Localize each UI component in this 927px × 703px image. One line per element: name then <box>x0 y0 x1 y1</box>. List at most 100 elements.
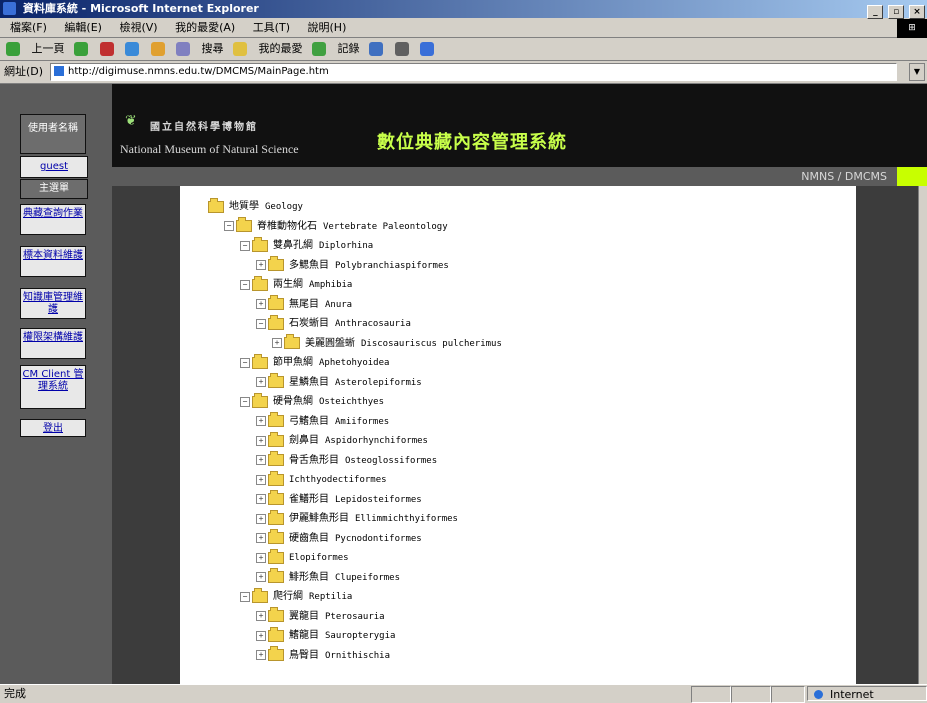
folder-icon <box>268 451 284 466</box>
menu-tools[interactable]: 工具(T) <box>253 21 290 34</box>
sidebar-item-logout[interactable]: 登出 <box>20 419 86 437</box>
tree-node-name-cn: 劍鼻目 <box>289 435 319 446</box>
tree-node[interactable]: + 雀鱔形目 Lepidosteiformes <box>256 490 422 509</box>
tree-node[interactable]: + 硬齒魚目 Pycnodontiformes <box>256 529 422 548</box>
search-button-label[interactable]: 搜尋 <box>202 38 224 60</box>
collapse-icon[interactable]: − <box>240 591 250 602</box>
tree-node-name-cn: 硬骨魚綱 <box>273 396 313 407</box>
tree-node[interactable]: + 翼龍目 Pterosauria <box>256 607 385 626</box>
history-button-label[interactable]: 記錄 <box>338 38 360 60</box>
tree-node[interactable]: 地質學 Geology <box>208 197 303 216</box>
sidebar-item-collection-query[interactable]: 典藏查詢作業 <box>20 204 86 235</box>
sidebar-item-knowledge-base[interactable]: 知識庫管理維護 <box>20 288 86 319</box>
sidebar: 使用者名稱 guest 主選單 典藏查詢作業 標本資料維護 知識庫管理維護 權限… <box>0 84 112 684</box>
tree-node-name-en: Reptilia <box>309 592 353 602</box>
window-title: 資料庫系統 - Microsoft Internet Explorer <box>22 2 259 15</box>
tree-node[interactable]: + 鯡形魚目 Clupeiformes <box>256 568 400 587</box>
forward-arrow-icon[interactable] <box>74 42 88 56</box>
main-menu-label: 主選單 <box>20 179 88 199</box>
collapse-icon[interactable]: − <box>240 396 250 407</box>
nav-accent-block <box>897 167 927 186</box>
tree-node[interactable]: − 爬行綱 Reptilia <box>240 587 353 606</box>
collapse-icon[interactable]: − <box>256 318 266 329</box>
tree-node[interactable]: + 鳥臀目 Ornithischia <box>256 646 390 665</box>
back-arrow-icon[interactable] <box>6 42 20 56</box>
history-icon[interactable] <box>312 42 326 56</box>
tree-node[interactable]: + 美麗圓盤蜥 Discosauriscus pulcherimus <box>272 334 502 353</box>
expand-icon[interactable]: + <box>256 650 266 660</box>
tree-node[interactable]: − 石炭蜥目 Anthracosauria <box>256 314 411 333</box>
tree-node[interactable]: + 骨舌魚形目 Osteoglossiformes <box>256 451 438 470</box>
expand-icon[interactable]: + <box>256 474 266 485</box>
mail-icon[interactable] <box>369 42 383 56</box>
menu-favorites[interactable]: 我的最愛(A) <box>175 21 235 34</box>
tree-node[interactable]: − 硬骨魚綱 Osteichthyes <box>240 392 384 411</box>
expand-icon[interactable]: + <box>256 533 266 543</box>
tree-node[interactable]: + 伊麗鯡魚形目 Ellimmichthyiformes <box>256 509 458 528</box>
address-input[interactable]: http://digimuse.nmns.edu.tw/DMCMS/MainPa… <box>50 63 897 81</box>
collapse-icon[interactable]: − <box>240 240 250 251</box>
museum-logo-icon: ❦ <box>125 113 137 129</box>
expand-icon[interactable]: + <box>256 455 266 465</box>
collapse-icon[interactable]: − <box>224 221 234 231</box>
expand-icon[interactable]: + <box>256 630 266 641</box>
expand-icon[interactable]: + <box>256 611 266 621</box>
tree-node[interactable]: − 兩生綱 Amphibia <box>240 275 352 294</box>
sidebar-item-specimen-data[interactable]: 標本資料維護 <box>20 246 86 277</box>
tree-node[interactable]: + 無尾目 Anura <box>256 295 352 314</box>
address-dropdown-icon[interactable]: ▼ <box>909 63 925 81</box>
print-icon[interactable] <box>394 42 409 56</box>
folder-icon <box>208 197 224 213</box>
menu-file[interactable]: 檔案(F) <box>10 21 47 34</box>
maximize-button[interactable]: ▫ <box>888 5 905 19</box>
stop-icon[interactable] <box>99 42 114 56</box>
sidebar-item-cm-client[interactable]: CM Client 管理系統 <box>20 365 86 409</box>
search-icon[interactable] <box>176 42 190 56</box>
expand-icon[interactable]: + <box>256 572 266 582</box>
favorites-icon[interactable] <box>233 42 247 56</box>
folder-icon <box>252 587 268 603</box>
tree-node-name-en: Pterosauria <box>325 611 385 622</box>
tree-node[interactable]: + Ichthyodectiformes <box>256 470 387 489</box>
menu-help[interactable]: 說明(H) <box>308 21 347 34</box>
tree-node-name-cn: 節甲魚綱 <box>273 357 313 368</box>
tree-node[interactable]: + 鰭龍目 Sauropterygia <box>256 626 396 645</box>
menu-view[interactable]: 檢視(V) <box>119 21 157 34</box>
tree-node[interactable]: − 雙鼻孔綱 Diplorhina <box>240 236 373 255</box>
tree-node[interactable]: + 劍鼻目 Aspidorhynchiformes <box>256 431 428 450</box>
tree-node[interactable]: + 多鰓魚目 Polybranchiaspiformes <box>256 256 449 275</box>
expand-icon[interactable]: + <box>256 435 266 446</box>
back-button-label[interactable]: 上一頁 <box>32 38 65 60</box>
home-icon[interactable] <box>150 42 165 56</box>
expand-icon[interactable]: + <box>256 416 266 426</box>
favorites-button-label[interactable]: 我的最愛 <box>259 38 303 60</box>
expand-icon[interactable]: + <box>272 338 282 348</box>
expand-icon[interactable]: + <box>256 377 266 387</box>
folder-icon <box>284 334 300 349</box>
folder-icon <box>236 217 252 232</box>
expand-icon[interactable]: + <box>256 299 266 309</box>
tree-node-name-cn: 骨舌魚形目 <box>289 454 339 466</box>
tree-node[interactable]: + 星鱗魚目 Asterolepiformis <box>256 373 422 392</box>
tree-node[interactable]: − 脊椎動物化石 Vertebrate Paleontology <box>224 217 448 236</box>
refresh-icon[interactable] <box>125 42 139 56</box>
tree-node[interactable]: + 弓鰭魚目 Amiiformes <box>256 412 389 431</box>
sidebar-item-permissions[interactable]: 權限架構維護 <box>20 328 86 359</box>
expand-icon[interactable]: + <box>256 494 266 504</box>
expand-icon[interactable]: + <box>256 552 266 563</box>
collapse-icon[interactable]: − <box>240 279 250 290</box>
collapse-icon[interactable]: − <box>240 357 250 368</box>
tree-node-name-en: Osteoglossiformes <box>345 455 438 466</box>
edit-icon[interactable] <box>420 42 434 56</box>
vertical-scrollbar[interactable] <box>918 186 927 684</box>
tree-node[interactable]: − 節甲魚綱 Aphetohyoidea <box>240 353 389 372</box>
close-button[interactable]: × <box>909 5 925 19</box>
expand-icon[interactable]: + <box>256 513 266 524</box>
user-name-link[interactable]: guest <box>20 156 88 178</box>
minimize-button[interactable]: _ <box>867 5 884 19</box>
tree-node-name-en: Aspidorhynchiformes <box>325 436 428 446</box>
tree-node-name-en: Sauropterygia <box>325 631 396 641</box>
tree-node[interactable]: + Elopiformes <box>256 548 349 567</box>
menu-edit[interactable]: 編輯(E) <box>64 21 102 34</box>
expand-icon[interactable]: + <box>256 260 266 270</box>
